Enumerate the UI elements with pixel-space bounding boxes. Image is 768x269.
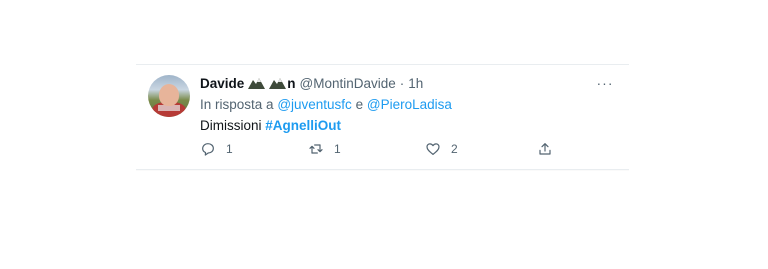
reply-count: 1 — [226, 142, 233, 156]
retweet-button[interactable]: 1 — [308, 141, 341, 157]
reply-mention-pieroladisa[interactable]: @PieroLadisa — [367, 97, 452, 112]
mountain-icon — [248, 78, 266, 89]
reply-button[interactable]: 1 — [200, 141, 233, 157]
tweet-actions: 1 1 2 — [200, 141, 620, 161]
user-handle[interactable]: @MontinDavide — [300, 76, 396, 91]
share-icon — [539, 143, 551, 155]
more-options-icon[interactable]: ··· — [595, 75, 615, 91]
retweet-icon — [309, 144, 323, 154]
avatar[interactable] — [148, 75, 190, 117]
mountain-icon — [269, 78, 287, 89]
reply-context: In risposta a @juventusfc e @PieroLadisa — [200, 97, 615, 112]
reply-joiner: e — [355, 97, 364, 112]
display-name-tail[interactable]: n — [287, 76, 295, 91]
like-button[interactable]: 2 — [425, 141, 458, 157]
retweet-count: 1 — [334, 142, 341, 156]
hashtag-link[interactable]: #AgnelliOut — [265, 118, 341, 133]
tweet-card[interactable]: Davide n @MontinDavide · 1h ··· In rispo… — [136, 64, 629, 170]
share-button[interactable] — [537, 141, 553, 157]
tweet-text: Dimissioni #AgnelliOut — [200, 118, 615, 133]
tweet-text-plain: Dimissioni — [200, 118, 262, 133]
reply-icon — [202, 143, 214, 156]
like-count: 2 — [451, 142, 458, 156]
reply-mention-juventusfc[interactable]: @juventusfc — [277, 97, 352, 112]
tweet-header: Davide n @MontinDavide · 1h — [200, 73, 615, 93]
tweet-body: Davide n @MontinDavide · 1h ··· In rispo… — [200, 73, 615, 133]
more-options-label: ··· — [596, 75, 614, 91]
avatar-face — [159, 84, 179, 106]
display-name[interactable]: Davide — [200, 76, 244, 91]
reply-prefix: In risposta a — [200, 97, 274, 112]
timestamp[interactable]: 1h — [408, 76, 423, 91]
separator-dot: · — [399, 75, 405, 91]
heart-icon — [426, 143, 440, 155]
